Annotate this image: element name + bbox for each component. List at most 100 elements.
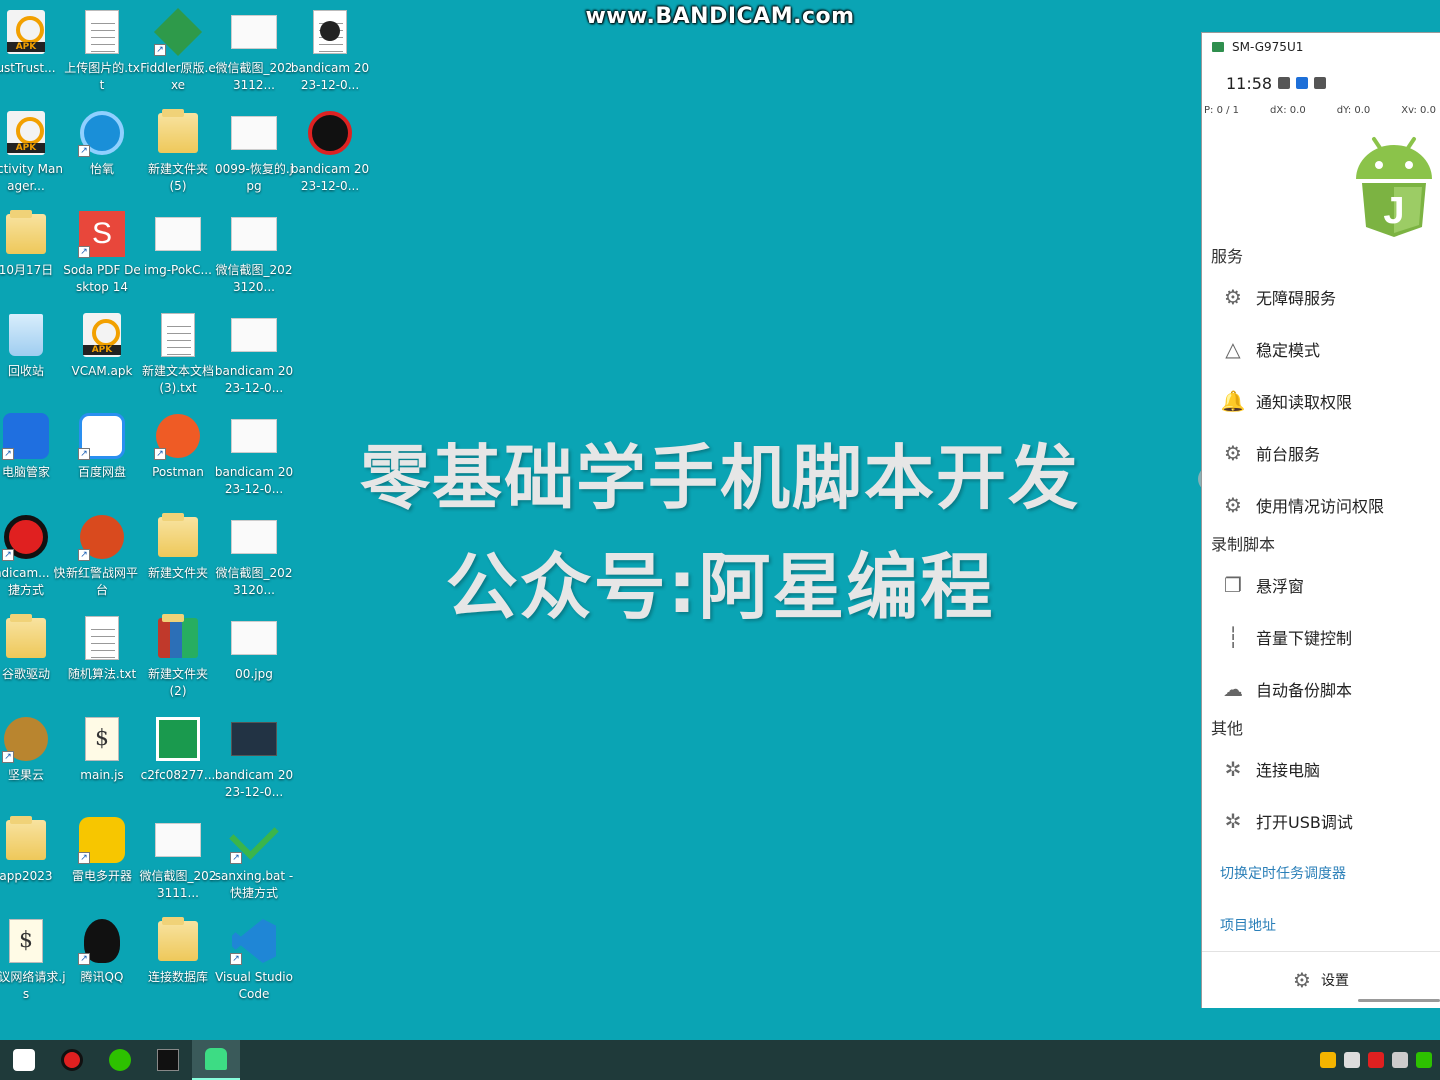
drawer-item[interactable]: △ 稳定模式 [1202,323,1440,375]
shield-icon[interactable] [1392,1052,1408,1068]
wechat-icon [109,1049,131,1071]
desktop-icon[interactable]: img-PokC... [140,202,216,302]
bandicam-tool-icon [306,109,354,157]
phone-window-titlebar[interactable]: SM-G975U1 [1202,33,1440,61]
drawer-item[interactable]: ✲ 打开USB调试 [1202,795,1440,847]
drawer-item[interactable]: ❐ 悬浮窗 [1202,559,1440,611]
desktop-icon[interactable]: 上传图片的.txt [64,0,140,100]
desktop-icon[interactable]: $ 协议网络请求.js [0,909,66,1009]
gear-icon: ⚙ [1224,441,1242,465]
desktop-icon[interactable]: Activity Manager... [0,101,64,201]
pointer-xv: Xv: 0.0 [1401,105,1436,116]
desktop-icon[interactable]: 微信截图_2023111... [140,808,216,908]
desktop-icon[interactable]: ↗ andicam... 快捷方式 [0,505,65,605]
desktop-icon[interactable]: bandicam 2023-12-0... [291,0,369,100]
desktop-icon[interactable]: ustTrust... [0,0,64,100]
checkmark-icon: ↗ [229,810,279,864]
drawer-item[interactable]: ⚙ 前台服务 [1202,427,1440,479]
desktop-icon[interactable]: ↗ 腾讯QQ [64,909,140,1009]
cloud-upload-icon: ☁ [1223,677,1243,701]
taskbar-app[interactable] [0,1040,48,1080]
shortcut-arrow-icon: ↗ [2,549,14,561]
gear-icon: ⚙ [1224,285,1242,309]
desktop-icon[interactable]: 谷歌驱动 [0,606,64,706]
chrome-icon[interactable] [1320,1052,1336,1068]
desktop-icon[interactable]: 10月17日 [0,202,64,302]
video-thumb-icon [230,715,278,763]
drawer-item[interactable]: 🔔 通知读取权限 [1202,375,1440,427]
desktop-icon[interactable]: ↗ Postman [140,404,216,504]
desktop-icon[interactable]: 0099-恢复的.jpg [215,101,293,201]
desktop-icon[interactable]: $ main.js [64,707,140,807]
image-thumb-icon [230,8,278,56]
system-tray [1320,1040,1432,1080]
desktop-icon-label: 上传图片的.txt [64,61,140,92]
shortcut-arrow-icon: ↗ [78,448,90,460]
apk-icon [2,109,50,157]
desktop-icon[interactable]: ↗ sanxing.bat - 快捷方式 [215,808,293,908]
drawer-item-label: 打开USB调试 [1256,813,1353,832]
drawer-link[interactable]: 切换定时任务调度器 [1202,847,1440,899]
drawer-scrollbar[interactable] [1358,999,1440,1002]
taskbar-app[interactable] [48,1040,96,1080]
taskbar-app[interactable] [144,1040,192,1080]
desktop-icon[interactable]: bandicam 2023-12-0... [215,303,293,403]
desktop-icon-label: 00.jpg [235,667,273,681]
desktop-icon[interactable]: 微信截图_2023112... [216,0,292,100]
desktop-icon[interactable]: ↗ 百度网盘 [64,404,140,504]
taskbar [0,1040,1440,1080]
desktop-icon[interactable]: ↗ Visual Studio Code [215,909,293,1009]
desktop-icon[interactable]: bandicam 2023-12-0... [290,101,370,201]
desktop-icon[interactable]: ↗ 坚果云 [0,707,64,807]
wechat-tray-icon[interactable] [1416,1052,1432,1068]
shortcut-arrow-icon: ↗ [78,246,90,258]
folder-icon [154,109,202,157]
drawer-item[interactable]: ✲ 连接电脑 [1202,743,1440,795]
drawer-item[interactable]: ☁ 自动备份脚本 [1202,663,1440,715]
desktop-icon[interactable]: bandicam 2023-12-0... [215,707,293,807]
desktop-icon[interactable]: ↗ 电脑管家 [0,404,64,504]
desktop-icon-label: 连接数据库 [147,970,208,984]
desktop-icon[interactable]: 00.jpg [216,606,292,706]
desktop-icon[interactable]: S ↗ Soda PDF Desktop 14 [63,202,141,302]
desktop-icon-label: 微信截图_2023111... [139,869,217,900]
desktop-icon-label: 新建文本文档 (3).txt [141,364,214,395]
shortcut-arrow-icon: ↗ [2,448,14,460]
gear-icon: ⚙ [1293,968,1311,992]
shortcut-arrow-icon: ↗ [78,852,90,864]
drawer-item[interactable]: ⚙ 无障碍服务 [1202,271,1440,323]
desktop-icon[interactable]: bandicam 2023-12-0... [215,404,293,504]
desktop-icon[interactable]: 微信截图_2023120... [216,202,292,302]
drawer-item[interactable]: ⚙ 使用情况访问权限 [1202,479,1440,531]
red-alert-icon: ↗ [78,513,126,561]
desktop-icon[interactable]: 随机算法.txt [64,606,140,706]
desktop-icon-label: bandicam 2023-12-0... [290,162,370,193]
desktop-icon[interactable]: ↗ 怡氧 [64,101,140,201]
image-thumb-icon [230,311,278,359]
network-icon[interactable] [1344,1052,1360,1068]
bug-icon: ✲ [1224,757,1242,781]
image-thumb-icon [230,412,278,460]
desktop-icon[interactable]: c2fc08277... [140,707,216,807]
desktop-icon[interactable]: ↗ Fiddler原版.exe [140,0,216,100]
desktop-icon[interactable]: ↗ 新红警战网平台 [64,505,140,605]
desktop-icon[interactable]: 微信截图_2023120... [216,505,292,605]
desktop-icon[interactable]: 连接数据库 [140,909,216,1009]
desktop-icon[interactable]: app2023 [0,808,64,908]
desktop-icon-label: 微信截图_2023112... [215,61,293,92]
taskbar-app[interactable] [192,1040,240,1080]
desktop-icon[interactable]: 新建文件夹 (2) [140,606,216,706]
taskbar-app[interactable] [96,1040,144,1080]
desktop-icon-label: 协议网络请求.js [0,970,66,1001]
drawer-item[interactable]: ┆ 音量下键控制 [1202,611,1440,663]
desktop-icon[interactable]: 新建文件夹 (5) [140,101,216,201]
drawer-link[interactable]: 项目地址 [1202,899,1440,951]
desktop-icon[interactable]: 回收站 [0,303,64,403]
desktop-icon[interactable]: 新建文件夹 [140,505,216,605]
desktop-icon[interactable]: ↗ 雷电多开器 [64,808,140,908]
desktop-icon[interactable]: VCAM.apk [64,303,140,403]
android-emulator-icon [205,1048,227,1070]
desktop-icon[interactable]: 新建文本文档 (3).txt [140,303,216,403]
record-icon[interactable] [1368,1052,1384,1068]
text-file-icon [154,311,202,359]
